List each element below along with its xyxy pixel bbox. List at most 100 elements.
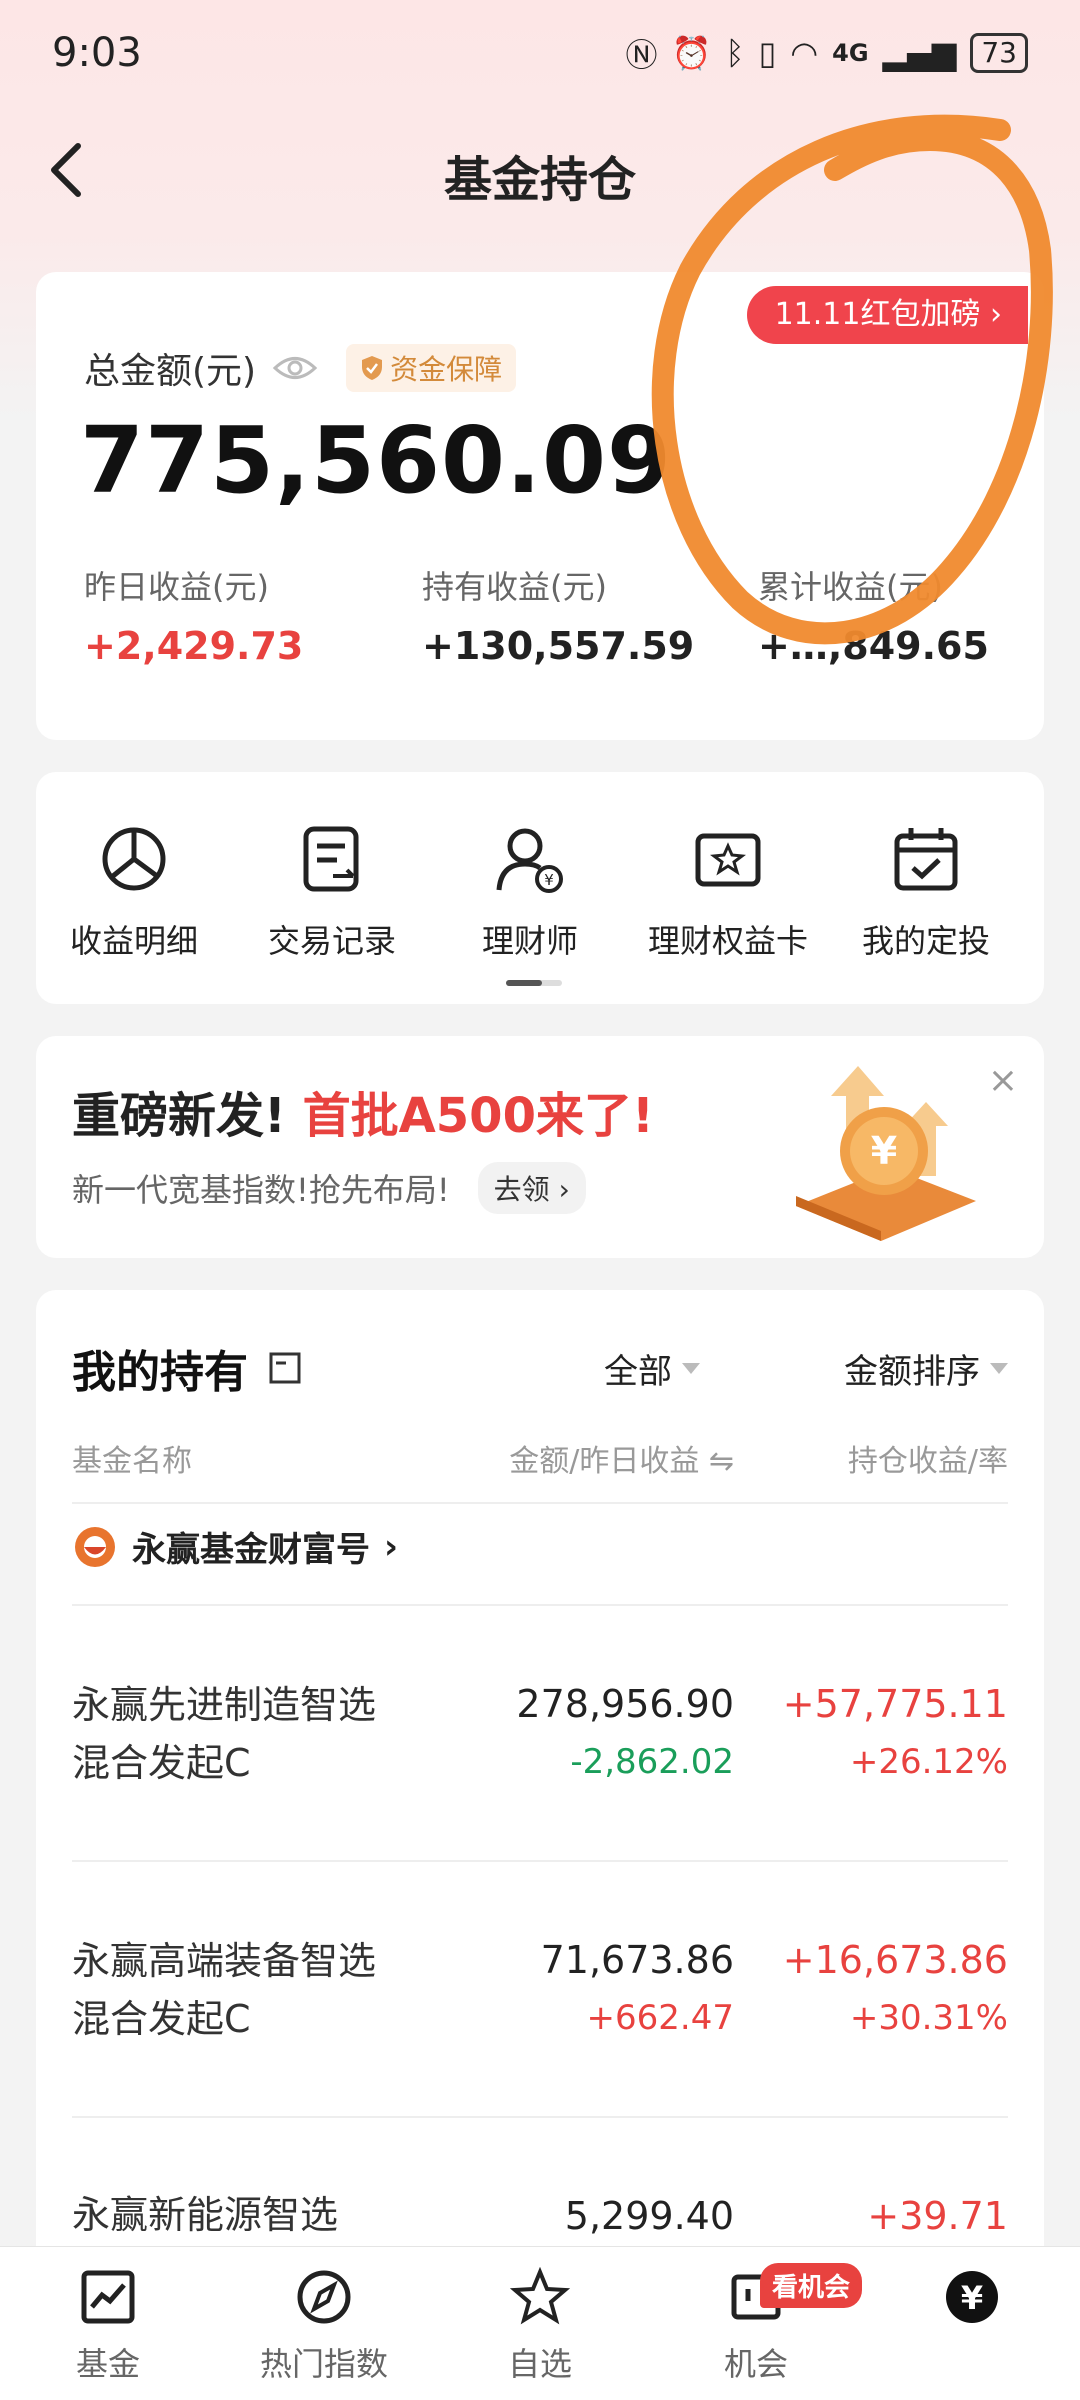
col-header-amount[interactable]: 金额/昨日收益 ⇋ — [509, 1436, 734, 1480]
divider — [72, 1860, 1008, 1862]
banner-claim-label: 去领 — [493, 1173, 550, 1206]
fund-name: 永赢先进制造智选混合发起C — [72, 1683, 377, 1785]
shield-icon — [362, 356, 383, 380]
banner-title: 重磅新发! 首批A500来了! — [72, 1076, 654, 1146]
status-icons: Ⓝ ⏰ ᛒ ▯ ◠ 4G ▂▄▆ 73 — [626, 30, 1028, 76]
battery-indicator: 73 — [970, 33, 1028, 73]
fund-daily-change: +662.47 — [586, 1998, 734, 2038]
divider — [72, 1604, 1008, 1606]
page-title: 基金持仓 — [443, 152, 636, 208]
stat-value: +130,557.59 — [422, 624, 695, 668]
close-icon[interactable]: × — [988, 1060, 1018, 1101]
svg-text:¥: ¥ — [961, 2279, 983, 2317]
company-logo-icon — [75, 1526, 115, 1567]
menu-item-profit-detail[interactable]: 收益明细 — [34, 824, 234, 962]
sort-dropdown[interactable]: 金额排序 — [844, 1344, 1008, 1393]
vibrate-icon: ▯ — [758, 34, 777, 72]
col-header-name: 基金名称 — [72, 1444, 192, 1479]
summary-card: 11.11红包加磅 › 总金额(元) 资金保障 775,560.09 昨日收益(… — [36, 272, 1044, 740]
menu-label: 理财师 — [481, 922, 578, 960]
menu-item-transactions[interactable]: 交易记录 — [232, 824, 432, 962]
status-time: 9:03 — [52, 30, 142, 76]
banner-subtitle: 新一代宽基指数!抢先布局! — [72, 1171, 450, 1209]
stat-value: +2,429.73 — [84, 624, 304, 668]
alarm-icon: ⏰ — [671, 34, 712, 72]
stat-yesterday[interactable]: 昨日收益(元) +2,429.73 — [84, 562, 303, 668]
fund-name: 永赢新能源智选 — [72, 2193, 339, 2237]
tab-watchlist[interactable]: 自选 — [460, 2266, 620, 2385]
promo-banner[interactable]: 重磅新发! 首批A500来了! 新一代宽基指数!抢先布局! 去领 › ¥ × — [36, 1036, 1044, 1258]
wifi-icon: ◠ — [790, 34, 819, 72]
svg-text:¥: ¥ — [544, 871, 554, 889]
fund-profit-rate: +26.12% — [849, 1742, 1008, 1782]
trend-chart-icon — [81, 2270, 135, 2324]
company-label: 永赢基金财富号 — [132, 1530, 370, 1570]
advisor-icon: ¥ — [496, 828, 563, 893]
fund-amount: 71,673.86 — [540, 1938, 734, 1982]
banner-claim-button[interactable]: 去领 › — [477, 1162, 586, 1214]
fund-profit-rate: +30.31% — [849, 1998, 1008, 2038]
coin-illustration-icon: ¥ — [796, 1066, 976, 1241]
total-label-row: 总金额(元) 资金保障 — [84, 342, 517, 394]
bluetooth-icon: ᛒ — [725, 34, 745, 72]
fund-amount: 278,956.90 — [516, 1682, 734, 1726]
bottom-nav: 基金 热门指数 自选 机会 ¥ 看机会 — [0, 2246, 1080, 2400]
tab-hot-index[interactable]: 热门指数 — [244, 2267, 404, 2385]
fund-daily-change: -2,862.02 — [570, 1742, 734, 1782]
opportunity-badge: 看机会 — [760, 2263, 863, 2308]
caret-down-icon — [990, 1363, 1008, 1374]
holdings-title-row: 我的持有 — [72, 1336, 302, 1400]
stat-label: 昨日收益(元) — [84, 568, 269, 606]
calendar-check-icon — [894, 828, 958, 891]
menu-label: 我的定投 — [861, 922, 990, 960]
tab-label: 自选 — [507, 2345, 572, 2383]
banner-title-main: 重磅新发! — [72, 1088, 286, 1144]
eye-icon[interactable] — [272, 353, 318, 383]
chevron-right-icon: › — [558, 1173, 570, 1206]
tab-label: 热门指数 — [259, 2345, 388, 2383]
svg-text:¥: ¥ — [871, 1129, 897, 1173]
col-header-profit: 持仓收益/率 — [847, 1444, 1008, 1479]
banner-title-highlight: 首批A500来了! — [302, 1088, 654, 1144]
total-label: 总金额(元) — [84, 351, 257, 392]
signal-icon: ▂▄▆ — [882, 34, 957, 72]
stat-label: 累计收益(元) — [758, 568, 943, 606]
menu-label: 收益明细 — [69, 922, 198, 960]
banner-subtitle-row: 新一代宽基指数!抢先布局! 去领 › — [72, 1162, 586, 1214]
pie-chart-icon — [102, 827, 166, 891]
star-card-icon — [695, 833, 761, 887]
caret-down-icon — [682, 1363, 700, 1374]
fund-profit: +57,775.11 — [782, 1682, 1008, 1726]
stat-cumulative[interactable]: 累计收益(元) +…,849.65 — [758, 562, 989, 668]
total-amount: 775,560.09 — [80, 407, 673, 514]
star-icon — [509, 2266, 571, 2325]
tab-fund[interactable]: 基金 — [28, 2267, 188, 2385]
quick-menu: 收益明细 交易记录 ¥ 理财师 理财权益卡 我的定投 — [36, 772, 1044, 1004]
yuan-coin-icon: ¥ — [946, 2271, 998, 2323]
chevron-right-icon: › — [990, 297, 1002, 332]
tab-holdings[interactable]: ¥ — [892, 2267, 1052, 2339]
card-toggle-icon[interactable] — [268, 1351, 302, 1385]
tab-label: 机会 — [723, 2345, 788, 2383]
divider — [72, 2116, 1008, 2118]
menu-item-benefit-card[interactable]: 理财权益卡 — [628, 824, 828, 962]
promo-tag-label: 11.11红包加磅 — [774, 297, 981, 332]
holdings-card: 我的持有 全部 金额排序 基金名称 金额/昨日收益 ⇋ 持仓收益/率 永赢基金财… — [36, 1290, 1044, 2290]
menu-label: 交易记录 — [267, 922, 396, 960]
divider — [72, 1502, 1008, 1504]
guarantee-badge[interactable]: 资金保障 — [346, 344, 517, 392]
chevron-right-icon: › — [384, 1526, 399, 1567]
guarantee-label: 资金保障 — [390, 353, 503, 386]
menu-item-advisor[interactable]: ¥ 理财师 — [430, 824, 630, 962]
menu-pager — [506, 980, 562, 986]
stat-value: +…,849.65 — [758, 624, 989, 668]
promo-tag-button[interactable]: 11.11红包加磅 › — [746, 286, 1028, 344]
fund-profit: +39.71 — [867, 2194, 1008, 2238]
fund-name: 永赢高端装备智选混合发起C — [72, 1939, 377, 2041]
filter-all-label: 全部 — [604, 1352, 672, 1392]
filter-all-dropdown[interactable]: 全部 — [604, 1344, 700, 1393]
stat-holding[interactable]: 持有收益(元) +130,557.59 — [422, 562, 694, 668]
fund-company-link[interactable]: 永赢基金财富号 › — [72, 1522, 398, 1571]
menu-item-auto-invest[interactable]: 我的定投 — [826, 824, 1026, 962]
record-icon — [303, 826, 359, 892]
